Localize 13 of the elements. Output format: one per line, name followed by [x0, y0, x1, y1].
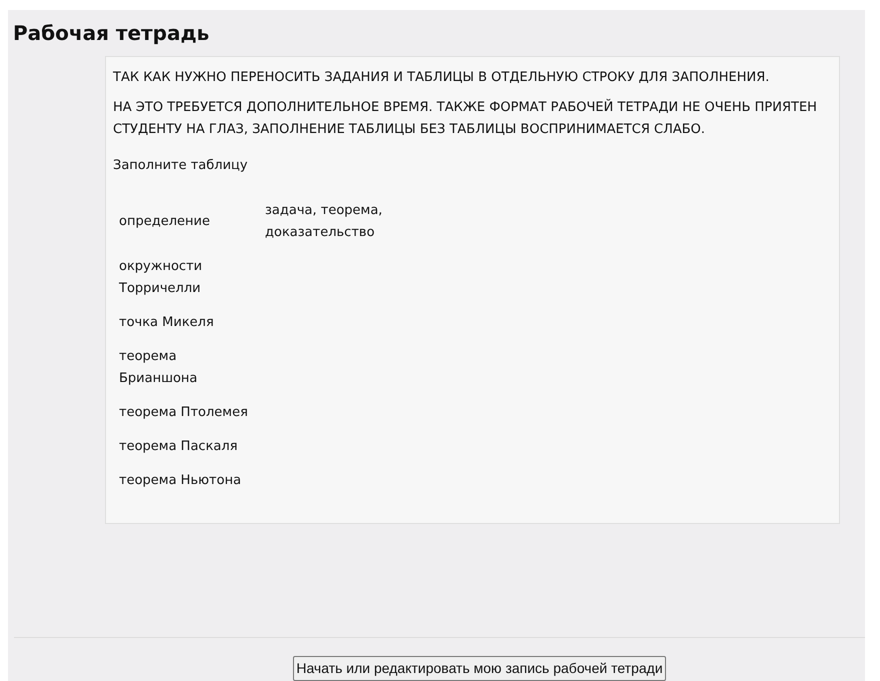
table-cell-text: теорема Паскаля — [119, 438, 239, 456]
paragraph: НА ЭТО ТРЕБУЕТСЯ ДОПОЛНИТЕЛЬНОЕ ВРЕМЯ. ТАКЖЕ ФОРМАТ РАБОЧЕЙ ТЕТРАДИ НЕ ОЧЕНЬ ПРИЯТЕН СТУДЕНТУ НА ГЛАЗ, ЗАПОЛНЕНИЕ ТАБЛИЦЫ БЕЗ ТАБЛИЦЫ ВОСПРИНИМАЕТСЯ СЛАБО. — [113, 98, 818, 139]
table-cell-text: теорема Ньютона — [119, 472, 242, 490]
page-title: Рабочая тетрадь — [12, 20, 210, 47]
paragraph: Заполните таблицу — [113, 157, 248, 175]
edit-entry-button[interactable]: Начать или редактировать мою запись рабочей тетради — [293, 656, 666, 681]
table-cell-text: определение — [119, 213, 211, 231]
table-cell-text: окружности Торричелли — [119, 258, 204, 298]
table-cell-text: задача, теорема, доказательство — [265, 202, 384, 242]
table-cell-text: теорема Брианшона — [119, 348, 198, 388]
table-cell-text: точка Микеля — [119, 314, 215, 332]
paragraph: ТАК КАК НУЖНО ПЕРЕНОСИТЬ ЗАДАНИЯ И ТАБЛИЦЫ В ОТДЕЛЬНУЮ СТРОКУ ДЛЯ ЗАПОЛНЕНИЯ. — [113, 69, 770, 87]
table-cell-text: теорема Птолемея — [119, 404, 249, 422]
